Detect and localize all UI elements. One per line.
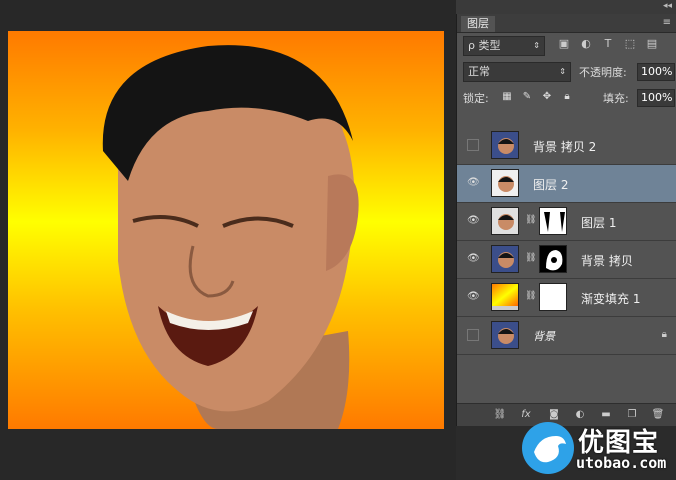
opacity-label: 不透明度: — [579, 66, 627, 79]
layer-thumbnail — [491, 169, 519, 197]
layer-mask-thumbnail — [539, 207, 567, 235]
tab-layers[interactable]: 图层 — [461, 16, 495, 32]
document-canvas-area — [0, 0, 456, 480]
gradient-fill-thumbnail — [491, 283, 519, 311]
layer-row-selected[interactable]: 👁︎ 图层 2 — [457, 165, 676, 203]
layer-name: 背景 拷贝 — [581, 254, 633, 268]
shape-filter-icon[interactable]: ⬚ — [623, 37, 637, 51]
layer-name: 渐变填充 1 — [581, 292, 641, 306]
adjustment-filter-icon[interactable]: ◐ — [579, 37, 593, 51]
smart-object-filter-icon[interactable]: ▤ — [645, 37, 659, 51]
panel-tabbar: 图层 ≡ — [457, 14, 676, 33]
layer-mask-thumbnail — [539, 283, 567, 311]
layer-row[interactable]: 👁︎ ⛓︎ 渐变填充 1 — [457, 279, 676, 317]
lock-move-icon[interactable]: ✥ — [541, 91, 553, 103]
lock-brush-icon[interactable]: ✎ — [521, 91, 533, 103]
face-photo — [102, 45, 359, 429]
visibility-toggle[interactable] — [467, 329, 479, 341]
eye-icon[interactable]: 👁︎ — [467, 177, 480, 189]
eye-icon[interactable]: 👁︎ — [467, 253, 480, 265]
link-layers-icon[interactable]: ⛓︎ — [493, 408, 507, 422]
layer-thumbnail — [491, 131, 519, 159]
fill-label: 填充: — [603, 92, 629, 105]
blend-mode-select[interactable]: 正常 ⇕ — [463, 62, 571, 82]
layer-mask-thumbnail — [539, 245, 567, 273]
lock-icon: 🔒︎ — [661, 329, 667, 340]
layers-panel: 图层 ≡ ρ 类型 ⇕ ▣ ◐ T ⬚ ▤ 正常 ⇕ 不透明度: 100% 锁定… — [456, 14, 676, 426]
filter-row: ρ 类型 ⇕ ▣ ◐ T ⬚ ▤ — [457, 33, 676, 59]
layer-name: 背景 — [533, 330, 555, 343]
layer-name: 图层 1 — [581, 216, 617, 230]
eye-icon[interactable]: 👁︎ — [467, 291, 480, 303]
link-chain-icon[interactable]: ⛓︎ — [525, 291, 536, 301]
lock-label: 锁定: — [463, 92, 489, 105]
layer-thumbnail — [491, 245, 519, 273]
bird-logo-icon — [522, 422, 574, 474]
panel-topbar: ◂◂ — [456, 0, 676, 14]
fill-input[interactable]: 100% — [637, 89, 675, 107]
double-chevron-icon[interactable]: ◂◂ — [663, 1, 672, 11]
filter-type-label: ρ 类型 — [468, 39, 501, 52]
eye-icon[interactable]: 👁︎ — [467, 215, 480, 227]
layer-thumbnail — [491, 321, 519, 349]
visibility-toggle[interactable] — [467, 139, 479, 151]
layer-list: 背景 拷贝 2 👁︎ 图层 2 👁︎ ⛓︎ 图层 1 👁︎ ⛓︎ 背景 拷贝 👁… — [457, 127, 676, 355]
watermark-url: utobao.com — [576, 454, 667, 472]
blend-row: 正常 ⇕ 不透明度: 100% — [457, 59, 676, 85]
layer-name: 图层 2 — [533, 178, 569, 192]
layer-row[interactable]: 👁︎ ⛓︎ 图层 1 — [457, 203, 676, 241]
layer-name: 背景 拷贝 2 — [533, 140, 597, 154]
blend-mode-label: 正常 — [468, 65, 490, 78]
document-canvas[interactable] — [8, 31, 444, 429]
text-filter-icon[interactable]: T — [601, 37, 615, 51]
panel-menu-icon[interactable]: ≡ — [663, 17, 671, 28]
link-chain-icon[interactable]: ⛓︎ — [525, 253, 536, 263]
layer-thumbnail — [491, 207, 519, 235]
opacity-input[interactable]: 100% — [637, 63, 675, 81]
layer-row[interactable]: 👁︎ ⛓︎ 背景 拷贝 — [457, 241, 676, 279]
lock-all-icon[interactable]: 🔒︎ — [561, 91, 573, 103]
link-chain-icon[interactable]: ⛓︎ — [525, 215, 536, 225]
chevron-updown-icon: ⇕ — [559, 67, 566, 76]
image-filter-icon[interactable]: ▣ — [557, 37, 571, 51]
layer-row[interactable]: 背景 🔒︎ — [457, 317, 676, 355]
watermark: 优图宝 utobao.com — [522, 420, 672, 478]
lock-row: 锁定: ▦ ✎ ✥ 🔒︎ 填充: 100% — [457, 85, 676, 111]
layer-row[interactable]: 背景 拷贝 2 — [457, 127, 676, 165]
chevron-updown-icon: ⇕ — [533, 41, 540, 50]
lock-transparent-icon[interactable]: ▦ — [501, 91, 513, 103]
filter-type-select[interactable]: ρ 类型 ⇕ — [463, 36, 545, 56]
